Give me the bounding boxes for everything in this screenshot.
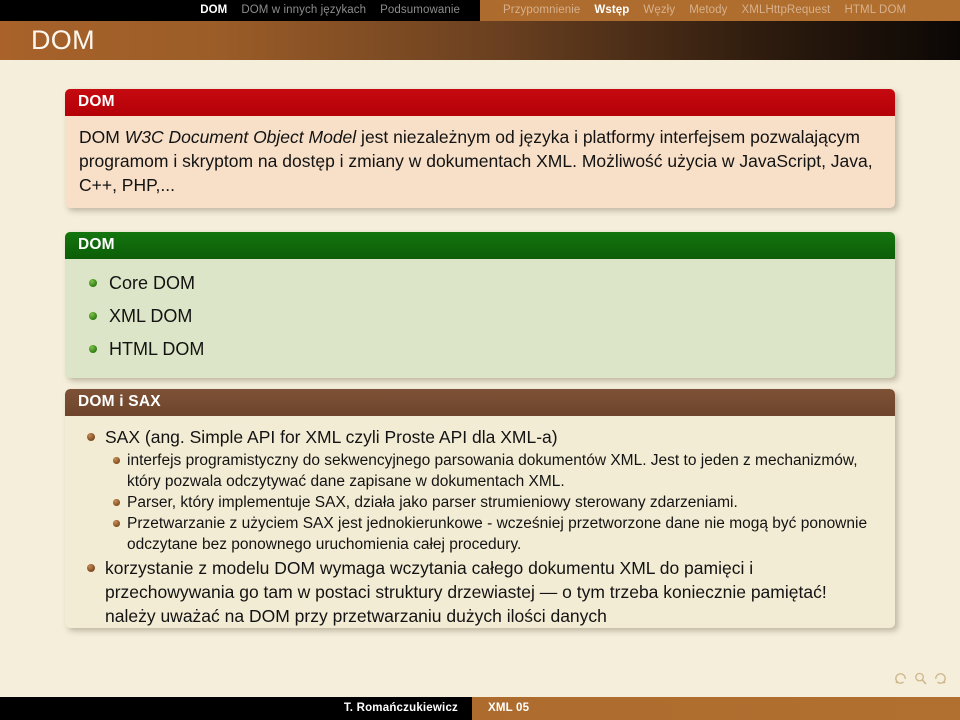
top-navigation-bar: DOM DOM w innych językach Podsumowanie P… [0, 0, 960, 21]
block-body-dom-kinds: Core DOM XML DOM HTML DOM [65, 259, 895, 378]
nav-section-subsections: DOM DOM w innych językach Podsumowanie [0, 0, 480, 21]
nav-item-xmlhttprequest[interactable]: XMLHttpRequest [742, 0, 831, 21]
block-dom-kinds: DOM Core DOM XML DOM HTML DOM [65, 232, 895, 378]
footer-author: T. Romańczukiewicz [343, 702, 458, 714]
page-title: DOM [31, 25, 95, 55]
footer-course-section: XML 05 [472, 697, 960, 720]
block-body-dom-i-sax: SAX (ang. Simple API for XML czyli Prost… [65, 416, 895, 628]
nav-section-sections: Przypomnienie Wstęp Węzły Metody XMLHttp… [480, 0, 960, 21]
slide-title-bar: DOM [0, 21, 960, 60]
nav-item-dom[interactable]: DOM [200, 0, 227, 21]
nav-item-metody[interactable]: Metody [689, 0, 727, 21]
list-item: Core DOM [79, 268, 881, 299]
list-item: interfejs programistyczny do sekwencyjne… [105, 450, 881, 492]
block-title-dom-i-sax: DOM i SAX [65, 389, 895, 416]
nav-item-podsumowanie[interactable]: Podsumowanie [380, 0, 460, 21]
nav-item-wstep[interactable]: Wstęp [594, 0, 629, 21]
block-title-dom-kinds: DOM [65, 232, 895, 259]
slide-canvas: DOM DOM W3C Document Object Model jest n… [0, 60, 960, 720]
nav-item-html-dom[interactable]: HTML DOM [844, 0, 906, 21]
beamer-navigation-symbols [893, 671, 948, 686]
list-item-label: SAX (ang. Simple API for XML czyli Prost… [105, 427, 558, 447]
list-item-continuation: należy uważać na DOM przy przetwarzaniu … [105, 606, 607, 626]
footer-bar: T. Romańczukiewicz XML 05 [0, 697, 960, 720]
list-item: Przetwarzanie z użyciem SAX jest jednoki… [105, 513, 881, 555]
list-item-label: korzystanie z modelu DOM wymaga wczytani… [105, 558, 827, 602]
list-item: XML DOM [79, 301, 881, 332]
list-item: korzystanie z modelu DOM wymaga wczytani… [79, 556, 881, 628]
nav-item-dom-w-innych-jezykach[interactable]: DOM w innych językach [241, 0, 366, 21]
footer-author-section: T. Romańczukiewicz [0, 697, 472, 720]
block-dom-i-sax: DOM i SAX SAX (ang. Simple API for XML c… [65, 389, 895, 711]
search-icon[interactable] [913, 671, 928, 686]
block-title-dom-intro: DOM [65, 89, 895, 116]
block-dom-intro: DOM DOM W3C Document Object Model jest n… [65, 89, 895, 208]
block-body-dom-intro: DOM W3C Document Object Model jest nieza… [65, 116, 895, 208]
dom-sax-list: SAX (ang. Simple API for XML czyli Prost… [79, 425, 881, 628]
intro-text-emphasis: W3C Document Object Model [124, 127, 357, 147]
list-item: HTML DOM [79, 334, 881, 365]
nav-item-przypomnienie[interactable]: Przypomnienie [503, 0, 580, 21]
dom-sax-sublist: interfejs programistyczny do sekwencyjne… [105, 450, 881, 555]
footer-course: XML 05 [488, 702, 530, 714]
nav-item-wezly[interactable]: Węzły [643, 0, 675, 21]
previous-slide-icon[interactable] [893, 671, 908, 686]
next-slide-icon[interactable] [933, 671, 948, 686]
dom-kinds-list: Core DOM XML DOM HTML DOM [79, 268, 881, 365]
list-item: SAX (ang. Simple API for XML czyli Prost… [79, 425, 881, 555]
list-item: Parser, który implementuje SAX, działa j… [105, 492, 881, 513]
intro-text-prefix: DOM [79, 127, 125, 147]
